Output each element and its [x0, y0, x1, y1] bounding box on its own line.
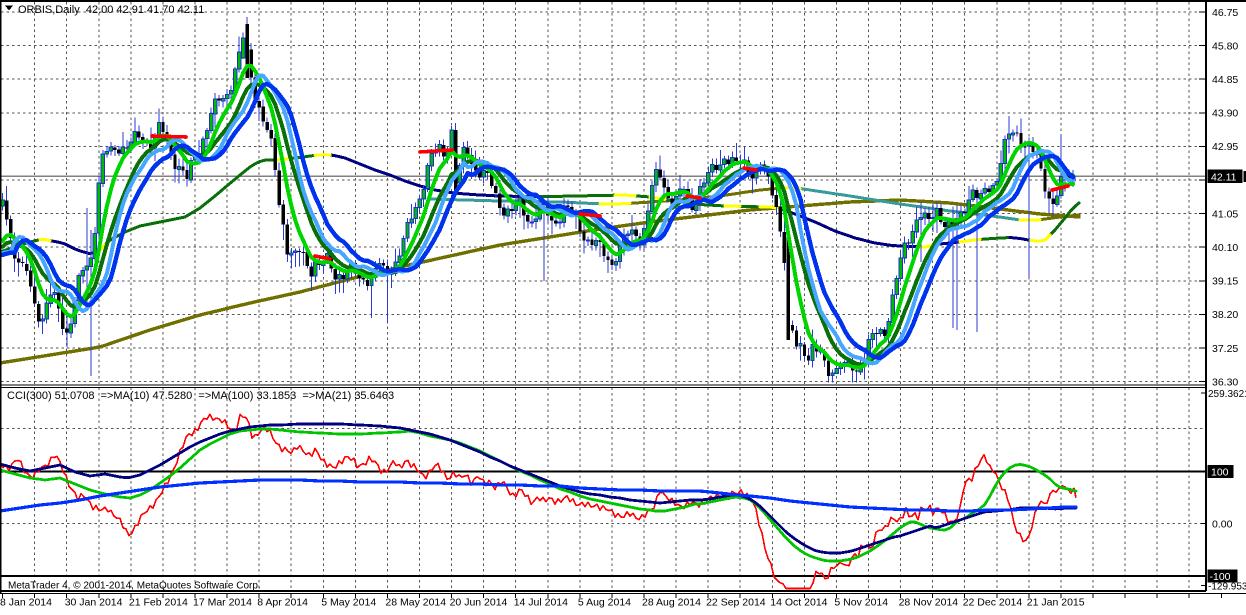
- svg-text:30 Jan 2014: 30 Jan 2014: [65, 597, 123, 609]
- svg-text:46.75: 46.75: [1212, 7, 1238, 19]
- svg-text:ORBIS,Daily 42.00 42.91 41.70: ORBIS,Daily 42.00 42.91 41.70 42.11: [18, 4, 204, 16]
- svg-text:21 Jan 2015: 21 Jan 2015: [1027, 597, 1085, 609]
- svg-text:22 Dec 2014: 22 Dec 2014: [963, 597, 1023, 609]
- svg-text:28 May 2014: 28 May 2014: [385, 597, 446, 609]
- svg-text:42.11: 42.11: [1211, 171, 1237, 183]
- svg-text:CCI(300) 51.0708 =>MA(10) 47.: CCI(300) 51.0708 =>MA(10) 47.5280 =>MA(1…: [7, 390, 394, 402]
- svg-text:45.80: 45.80: [1212, 40, 1238, 52]
- svg-text:43.90: 43.90: [1212, 108, 1238, 120]
- svg-text:28 Nov 2014: 28 Nov 2014: [899, 597, 959, 609]
- svg-text:5 Nov 2014: 5 Nov 2014: [834, 597, 888, 609]
- svg-text:8 Jan 2014: 8 Jan 2014: [0, 597, 52, 609]
- svg-text:44.85: 44.85: [1212, 74, 1238, 86]
- svg-text:36.30: 36.30: [1212, 376, 1238, 388]
- svg-text:39.15: 39.15: [1212, 276, 1238, 288]
- svg-text:0.00: 0.00: [1212, 518, 1233, 530]
- svg-text:-129.953: -129.953: [1208, 581, 1246, 592]
- svg-text:28 Aug 2014: 28 Aug 2014: [642, 597, 701, 609]
- svg-text:259.3621: 259.3621: [1208, 389, 1246, 400]
- svg-text:5 Aug 2014: 5 Aug 2014: [578, 597, 631, 609]
- svg-text:38.20: 38.20: [1212, 309, 1238, 321]
- svg-text:5 May 2014: 5 May 2014: [321, 597, 376, 609]
- svg-text:41.05: 41.05: [1212, 208, 1238, 220]
- svg-text:14 Jul 2014: 14 Jul 2014: [514, 597, 568, 609]
- svg-text:40.10: 40.10: [1212, 242, 1238, 254]
- svg-text:-100: -100: [1210, 571, 1231, 583]
- svg-text:MetaTrader 4, © 2001-2014, Met: MetaTrader 4, © 2001-2014, MetaQuotes So…: [8, 581, 261, 592]
- svg-text:100: 100: [1211, 466, 1229, 478]
- svg-text:17 Mar 2014: 17 Mar 2014: [193, 597, 252, 609]
- svg-text:37.25: 37.25: [1212, 343, 1238, 355]
- svg-text:20 Jun 2014: 20 Jun 2014: [450, 597, 508, 609]
- svg-text:22 Sep 2014: 22 Sep 2014: [706, 597, 766, 609]
- svg-text:8 Apr 2014: 8 Apr 2014: [257, 597, 308, 609]
- svg-text:14 Oct 2014: 14 Oct 2014: [770, 597, 827, 609]
- svg-text:42.95: 42.95: [1212, 141, 1238, 153]
- svg-text:21 Feb 2014: 21 Feb 2014: [129, 597, 188, 609]
